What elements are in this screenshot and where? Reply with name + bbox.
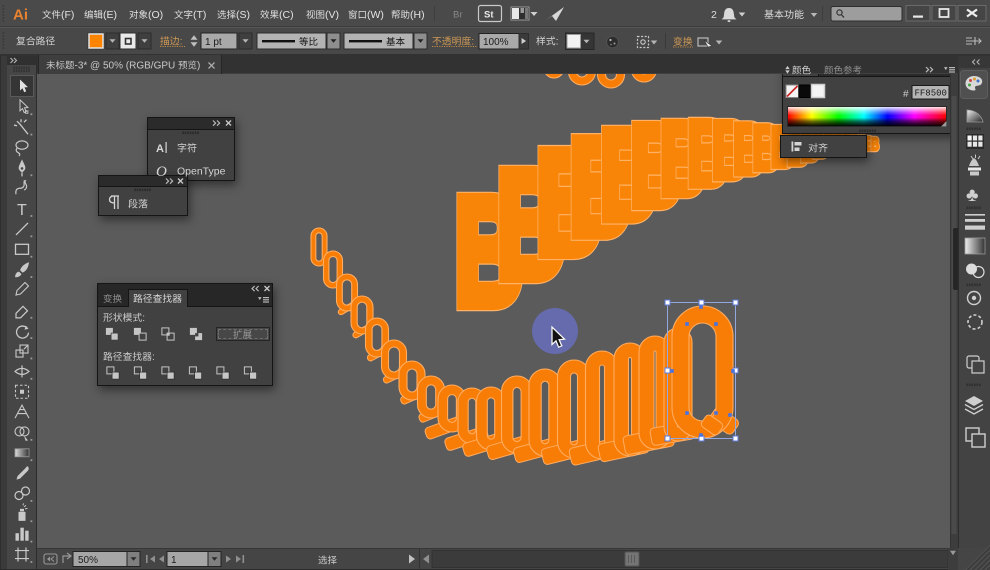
svg-text::: :	[556, 36, 559, 48]
svg-text:A: A	[156, 143, 164, 155]
svg-text:(O): (O)	[148, 9, 163, 21]
svg-text:♣: ♣	[966, 185, 978, 206]
svg-text:1 pt: 1 pt	[205, 37, 222, 48]
svg-text::: :	[471, 36, 474, 48]
svg-text:St: St	[484, 10, 494, 21]
svg-text:(C): (C)	[279, 9, 294, 21]
svg-text:OpenType: OpenType	[177, 166, 226, 178]
svg-text:): )	[197, 61, 200, 72]
svg-text:(S): (S)	[236, 9, 250, 21]
svg-text:1: 1	[171, 555, 177, 566]
svg-text::: :	[180, 36, 183, 48]
svg-text:2: 2	[711, 9, 717, 21]
svg-text:FF8500: FF8500	[915, 89, 947, 99]
svg-text:(T): (T)	[193, 9, 206, 21]
svg-text:#: #	[903, 89, 909, 100]
svg-text::: :	[142, 313, 145, 324]
svg-text:-3* @ 50% (RGB/GPU: -3* @ 50% (RGB/GPU	[75, 61, 176, 72]
svg-text:Br: Br	[453, 10, 463, 21]
svg-text:50%: 50%	[78, 555, 98, 566]
svg-text:(F): (F)	[61, 9, 74, 21]
svg-text:(W): (W)	[367, 9, 384, 21]
svg-text:(H): (H)	[410, 9, 425, 21]
svg-text:(V): (V)	[325, 9, 339, 21]
svg-text:Ai: Ai	[13, 7, 28, 24]
svg-text:100%: 100%	[483, 37, 509, 48]
svg-text:T: T	[17, 202, 27, 219]
svg-text:O: O	[156, 164, 167, 180]
svg-text::: :	[152, 352, 155, 363]
svg-text:(E): (E)	[103, 9, 117, 21]
